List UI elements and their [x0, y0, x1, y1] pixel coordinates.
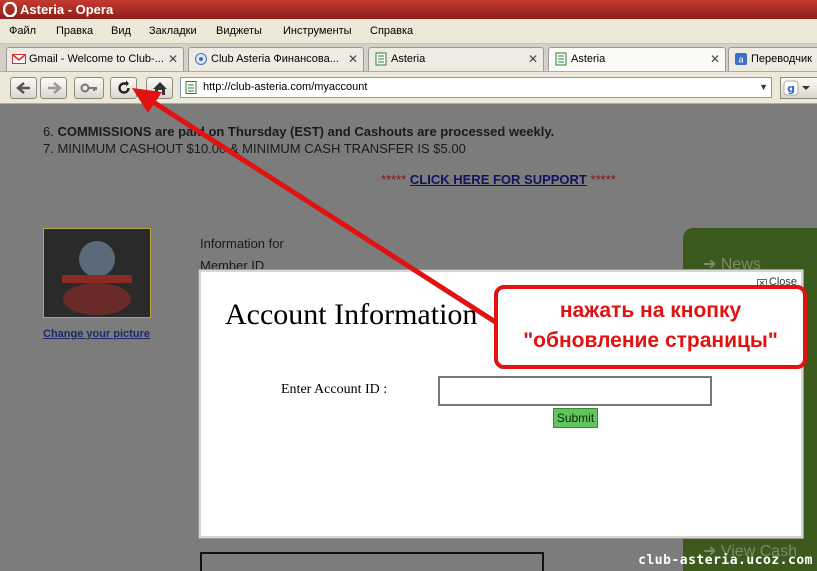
menu-edit[interactable]: Правка	[56, 25, 93, 37]
tab-close-icon[interactable]: ✕	[348, 48, 358, 70]
svg-text:a: a	[738, 56, 744, 66]
menu-view[interactable]: Вид	[111, 25, 131, 37]
bottom-box	[200, 552, 544, 571]
reload-icon	[117, 80, 130, 94]
google-icon: g	[783, 80, 810, 96]
dialog-title: Account Information	[225, 298, 478, 331]
site-icon	[195, 53, 207, 65]
tab-close-icon[interactable]: ✕	[710, 48, 720, 70]
tab-asteria-active[interactable]: Asteria ✕	[548, 47, 726, 71]
page-icon	[375, 52, 387, 66]
tab-close-icon[interactable]: ✕	[168, 48, 178, 70]
account-id-label: Enter Account ID :	[281, 382, 388, 397]
stars-left: *****	[381, 172, 407, 187]
tab-translator[interactable]: a Переводчик	[728, 47, 817, 71]
menu-tools[interactable]: Инструменты	[283, 25, 352, 37]
tab-label: Asteria	[571, 53, 606, 65]
rule-line-6: 6. COMMISSIONS are paid on Thursday (EST…	[43, 124, 554, 139]
page-icon	[185, 81, 197, 94]
menu-file[interactable]: Файл	[9, 25, 36, 37]
change-picture-label: Change your picture	[43, 328, 150, 340]
annotation-line-1: нажать на кнопку	[559, 299, 742, 322]
reload-button[interactable]	[110, 77, 137, 99]
menu-bar: Файл Правка Вид Закладки Виджеты Инструм…	[0, 19, 817, 44]
annotation-callout: нажать на кнопку "обновление страницы"	[494, 285, 807, 369]
account-id-input[interactable]	[438, 376, 712, 406]
menu-bookmarks[interactable]: Закладки	[149, 25, 197, 37]
window-title-bar: Asteria - Opera	[0, 0, 817, 19]
home-icon	[152, 81, 167, 95]
svg-text:g: g	[787, 82, 795, 95]
menu-help[interactable]: Справка	[370, 25, 413, 37]
tab-label: Club Asteria Финансова...	[211, 53, 339, 65]
support-line: ***** CLICK HERE FOR SUPPORT *****	[381, 172, 616, 187]
tab-bar: Gmail - Welcome to Club-... ✕ Club Aster…	[0, 44, 817, 72]
avatar-image	[62, 241, 132, 315]
tab-close-icon[interactable]: ✕	[528, 48, 538, 70]
watermark: club-asteria.ucoz.com	[638, 553, 813, 568]
back-arrow-icon	[15, 82, 30, 94]
back-button[interactable]	[10, 77, 37, 99]
tab-label: Asteria	[391, 53, 426, 65]
forward-arrow-icon	[47, 82, 62, 94]
annotation-line-2: "обновление страницы"	[523, 329, 778, 352]
change-picture-link[interactable]: Change your picture	[43, 328, 150, 340]
address-bar[interactable]: http://club-asteria.com/myaccount ▼	[180, 77, 772, 98]
window-title: Asteria - Opera	[20, 2, 114, 17]
search-engine-button[interactable]: g	[780, 77, 817, 99]
navigation-toolbar: http://club-asteria.com/myaccount ▼ g	[0, 72, 817, 104]
rule-line-7: 7. MINIMUM CASHOUT $10.00 & MINIMUM CASH…	[43, 141, 466, 156]
rule-number: 6.	[43, 124, 58, 139]
tab-gmail[interactable]: Gmail - Welcome to Club-... ✕	[6, 47, 184, 71]
home-button[interactable]	[146, 77, 173, 99]
gmail-icon	[12, 54, 26, 64]
tab-club-asteria[interactable]: Club Asteria Финансова... ✕	[188, 47, 364, 71]
wand-button[interactable]	[74, 77, 104, 99]
page-icon	[555, 52, 567, 66]
tab-label: Gmail - Welcome to Club-...	[29, 53, 164, 65]
address-url: http://club-asteria.com/myaccount	[203, 81, 368, 93]
tab-asteria-1[interactable]: Asteria ✕	[368, 47, 544, 71]
translate-icon: a	[735, 53, 747, 66]
key-icon	[80, 83, 97, 93]
submit-button[interactable]: Submit	[553, 408, 598, 428]
info-for-label: Information for	[200, 236, 284, 251]
tab-label: Переводчик	[751, 53, 812, 65]
opera-logo-icon	[3, 2, 17, 17]
support-link[interactable]: CLICK HERE FOR SUPPORT	[410, 172, 587, 187]
stars-right: *****	[590, 172, 616, 187]
menu-widgets[interactable]: Виджеты	[216, 25, 262, 37]
avatar	[43, 228, 151, 318]
rule-text: COMMISSIONS are paid on Thursday (EST) a…	[57, 124, 555, 139]
address-dropdown-icon[interactable]: ▼	[759, 78, 768, 97]
forward-button[interactable]	[40, 77, 67, 99]
